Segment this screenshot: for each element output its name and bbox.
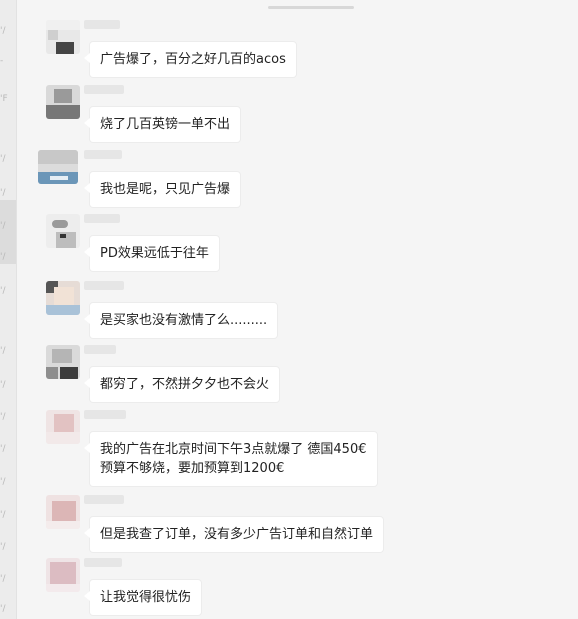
message-text: 但是我查了订单，没有多少广告订单和自然订单 xyxy=(100,527,374,542)
message-text: 让我觉得很忧伤 xyxy=(100,590,192,605)
sender-name xyxy=(84,150,122,159)
sender-name xyxy=(84,345,116,354)
sender-name xyxy=(84,495,124,504)
message-bubble: 我的广告在北京时间下午3点就爆了 德国450€ 预算不够烧，要加预算到1200€ xyxy=(84,432,377,486)
message-text: 都穷了，不然拼夕夕也不会火 xyxy=(100,377,270,392)
message-text: PD效果远低于往年 xyxy=(100,246,209,261)
avatar[interactable] xyxy=(46,281,80,315)
message-bubble: PD效果远低于往年 xyxy=(84,236,219,271)
message-text: 广告爆了，百分之好几百的acos xyxy=(100,52,286,67)
sender-name xyxy=(84,410,126,419)
avatar[interactable] xyxy=(46,85,80,119)
avatar[interactable] xyxy=(46,214,80,248)
message-bubble: 广告爆了，百分之好几百的acos xyxy=(84,42,296,77)
sender-name xyxy=(84,214,120,223)
avatar[interactable] xyxy=(46,410,80,444)
message-text: 是买家也没有激情了么......... xyxy=(100,313,268,328)
sender-name xyxy=(84,281,124,290)
message-bubble: 但是我查了订单，没有多少广告订单和自然订单 xyxy=(83,517,384,552)
message-bubble: 是买家也没有激情了么......... xyxy=(83,303,278,338)
avatar[interactable] xyxy=(46,558,80,592)
message-text: 我也是呢，只见广告爆 xyxy=(100,182,231,197)
avatar[interactable] xyxy=(46,495,80,529)
message-text: 烧了几百英镑一单不出 xyxy=(100,117,231,132)
message-text: 我的广告在北京时间下午3点就爆了 德国450€ xyxy=(100,442,367,457)
sender-name xyxy=(84,20,120,29)
message-bubble: 我也是呢，只见广告爆 xyxy=(83,172,241,207)
sender-name xyxy=(84,558,122,567)
chat-message-list: 广告爆了，百分之好几百的acos 烧了几百英镑一单不出 我也是呢，只见广告爆 P… xyxy=(0,0,578,619)
message-bubble: 烧了几百英镑一单不出 xyxy=(83,107,241,142)
avatar[interactable] xyxy=(46,345,80,379)
message-bubble: 让我觉得很忧伤 xyxy=(83,580,202,615)
message-bubble: 都穷了，不然拼夕夕也不会火 xyxy=(83,367,280,402)
sender-name xyxy=(84,85,124,94)
avatar[interactable] xyxy=(38,150,78,184)
message-text: 预算不够烧，要加预算到1200€ xyxy=(100,461,285,476)
avatar[interactable] xyxy=(46,20,80,54)
